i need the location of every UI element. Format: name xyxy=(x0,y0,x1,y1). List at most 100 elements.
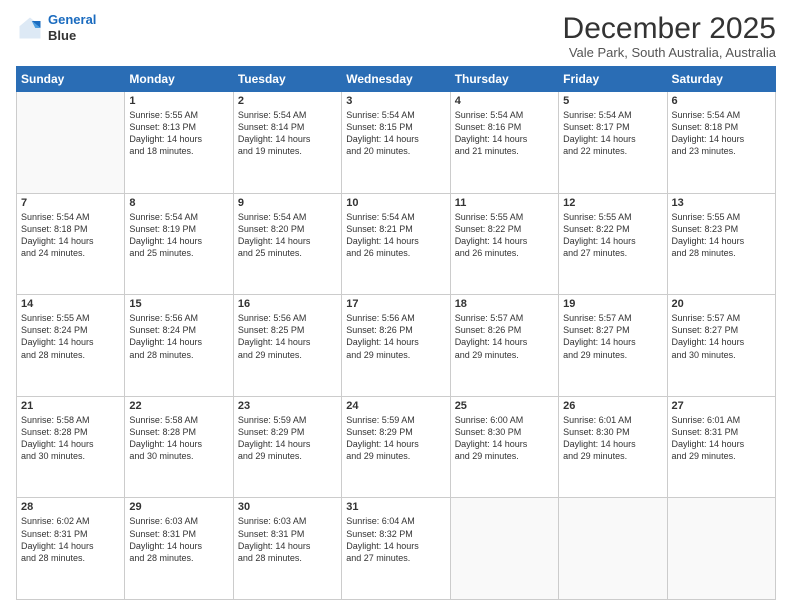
calendar-day-header: Friday xyxy=(559,67,667,92)
logo-icon xyxy=(16,14,44,42)
day-number: 31 xyxy=(346,501,445,513)
logo-line1: General xyxy=(48,12,96,27)
calendar-week-row: 28 Sunrise: 6:02 AM Sunset: 8:31 PM Dayli… xyxy=(17,498,776,600)
calendar-week-row: 21 Sunrise: 5:58 AM Sunset: 8:28 PM Dayli… xyxy=(17,396,776,498)
calendar-cell: 12Sunrise: 5:55 AM Sunset: 8:22 PM Dayli… xyxy=(559,193,667,295)
day-info: Sunrise: 5:56 AM Sunset: 8:26 PM Dayligh… xyxy=(346,312,445,361)
calendar-cell: 6Sunrise: 5:54 AM Sunset: 8:18 PM Daylig… xyxy=(667,92,775,194)
day-number: 13 xyxy=(672,197,771,209)
calendar-cell: 13 Sunrise: 5:55 AM Sunset: 8:23 PM Dayli… xyxy=(667,193,775,295)
day-info: Sunrise: 5:55 AM Sunset: 8:22 PM Dayligh… xyxy=(563,211,662,260)
calendar-week-row: 7Sunrise: 5:54 AM Sunset: 8:18 PM Daylig… xyxy=(17,193,776,295)
day-info: Sunrise: 5:56 AM Sunset: 8:25 PM Dayligh… xyxy=(238,312,337,361)
day-number: 21 xyxy=(21,400,120,412)
calendar-day-header: Wednesday xyxy=(342,67,450,92)
calendar-cell: 18Sunrise: 5:57 AM Sunset: 8:26 PM Dayli… xyxy=(450,295,558,397)
day-number: 28 xyxy=(21,501,120,513)
calendar-cell xyxy=(559,498,667,600)
day-number: 26 xyxy=(563,400,662,412)
calendar-cell: 17 Sunrise: 5:56 AM Sunset: 8:26 PM Dayli… xyxy=(342,295,450,397)
calendar-cell: 16 Sunrise: 5:56 AM Sunset: 8:25 PM Dayli… xyxy=(233,295,341,397)
day-number: 2 xyxy=(238,95,337,107)
day-info: Sunrise: 6:02 AM Sunset: 8:31 PM Dayligh… xyxy=(21,515,120,564)
calendar-day-header: Monday xyxy=(125,67,233,92)
day-number: 23 xyxy=(238,400,337,412)
calendar-cell: 14 Sunrise: 5:55 AM Sunset: 8:24 PM Dayli… xyxy=(17,295,125,397)
day-info: Sunrise: 5:58 AM Sunset: 8:28 PM Dayligh… xyxy=(129,414,228,463)
day-info: Sunrise: 6:00 AM Sunset: 8:30 PM Dayligh… xyxy=(455,414,554,463)
calendar-header-row: SundayMondayTuesdayWednesdayThursdayFrid… xyxy=(17,67,776,92)
day-info: Sunrise: 5:54 AM Sunset: 8:16 PM Dayligh… xyxy=(455,109,554,158)
day-number: 16 xyxy=(238,298,337,310)
calendar-cell: 20 Sunrise: 5:57 AM Sunset: 8:27 PM Dayli… xyxy=(667,295,775,397)
day-info: Sunrise: 5:59 AM Sunset: 8:29 PM Dayligh… xyxy=(238,414,337,463)
calendar-cell: 5 Sunrise: 5:54 AM Sunset: 8:17 PM Daylig… xyxy=(559,92,667,194)
day-number: 29 xyxy=(129,501,228,513)
day-number: 27 xyxy=(672,400,771,412)
day-number: 30 xyxy=(238,501,337,513)
calendar-cell: 26Sunrise: 6:01 AM Sunset: 8:30 PM Dayli… xyxy=(559,396,667,498)
calendar-cell: 28 Sunrise: 6:02 AM Sunset: 8:31 PM Dayli… xyxy=(17,498,125,600)
calendar-cell: 19 Sunrise: 5:57 AM Sunset: 8:27 PM Dayli… xyxy=(559,295,667,397)
calendar-cell: 30Sunrise: 6:03 AM Sunset: 8:31 PM Dayli… xyxy=(233,498,341,600)
logo-text: General Blue xyxy=(48,12,96,43)
day-info: Sunrise: 5:56 AM Sunset: 8:24 PM Dayligh… xyxy=(129,312,228,361)
day-number: 1 xyxy=(129,95,228,107)
calendar-table: SundayMondayTuesdayWednesdayThursdayFrid… xyxy=(16,66,776,600)
day-number: 10 xyxy=(346,197,445,209)
day-info: Sunrise: 5:54 AM Sunset: 8:14 PM Dayligh… xyxy=(238,109,337,158)
day-info: Sunrise: 5:57 AM Sunset: 8:26 PM Dayligh… xyxy=(455,312,554,361)
calendar-cell: 15 Sunrise: 5:56 AM Sunset: 8:24 PM Dayli… xyxy=(125,295,233,397)
calendar-cell: 2 Sunrise: 5:54 AM Sunset: 8:14 PM Daylig… xyxy=(233,92,341,194)
calendar-week-row: 1 Sunrise: 5:55 AM Sunset: 8:13 PM Daylig… xyxy=(17,92,776,194)
calendar-cell: 29 Sunrise: 6:03 AM Sunset: 8:31 PM Dayli… xyxy=(125,498,233,600)
day-info: Sunrise: 5:57 AM Sunset: 8:27 PM Dayligh… xyxy=(672,312,771,361)
calendar-cell: 31Sunrise: 6:04 AM Sunset: 8:32 PM Dayli… xyxy=(342,498,450,600)
day-number: 24 xyxy=(346,400,445,412)
calendar-cell: 9Sunrise: 5:54 AM Sunset: 8:20 PM Daylig… xyxy=(233,193,341,295)
calendar-cell: 7Sunrise: 5:54 AM Sunset: 8:18 PM Daylig… xyxy=(17,193,125,295)
day-info: Sunrise: 6:03 AM Sunset: 8:31 PM Dayligh… xyxy=(129,515,228,564)
day-info: Sunrise: 5:55 AM Sunset: 8:23 PM Dayligh… xyxy=(672,211,771,260)
calendar-cell: 3Sunrise: 5:54 AM Sunset: 8:15 PM Daylig… xyxy=(342,92,450,194)
calendar-day-header: Sunday xyxy=(17,67,125,92)
day-number: 19 xyxy=(563,298,662,310)
calendar-cell: 22 Sunrise: 5:58 AM Sunset: 8:28 PM Dayli… xyxy=(125,396,233,498)
page: General Blue December 2025 Vale Park, So… xyxy=(0,0,792,612)
day-info: Sunrise: 6:01 AM Sunset: 8:31 PM Dayligh… xyxy=(672,414,771,463)
calendar-cell: 4 Sunrise: 5:54 AM Sunset: 8:16 PM Daylig… xyxy=(450,92,558,194)
day-info: Sunrise: 5:54 AM Sunset: 8:17 PM Dayligh… xyxy=(563,109,662,158)
day-number: 6 xyxy=(672,95,771,107)
calendar-cell: 1 Sunrise: 5:55 AM Sunset: 8:13 PM Daylig… xyxy=(125,92,233,194)
day-number: 15 xyxy=(129,298,228,310)
day-number: 22 xyxy=(129,400,228,412)
header: General Blue December 2025 Vale Park, So… xyxy=(16,12,776,60)
day-number: 20 xyxy=(672,298,771,310)
calendar-cell: 11 Sunrise: 5:55 AM Sunset: 8:22 PM Dayli… xyxy=(450,193,558,295)
day-number: 4 xyxy=(455,95,554,107)
title-block: December 2025 Vale Park, South Australia… xyxy=(563,12,776,60)
calendar-cell: 10 Sunrise: 5:54 AM Sunset: 8:21 PM Dayli… xyxy=(342,193,450,295)
day-number: 14 xyxy=(21,298,120,310)
day-number: 8 xyxy=(129,197,228,209)
day-info: Sunrise: 5:59 AM Sunset: 8:29 PM Dayligh… xyxy=(346,414,445,463)
day-info: Sunrise: 5:55 AM Sunset: 8:24 PM Dayligh… xyxy=(21,312,120,361)
calendar-cell: 24 Sunrise: 5:59 AM Sunset: 8:29 PM Dayli… xyxy=(342,396,450,498)
day-number: 5 xyxy=(563,95,662,107)
logo: General Blue xyxy=(16,12,96,43)
day-number: 11 xyxy=(455,197,554,209)
calendar-week-row: 14 Sunrise: 5:55 AM Sunset: 8:24 PM Dayli… xyxy=(17,295,776,397)
calendar-cell: 25Sunrise: 6:00 AM Sunset: 8:30 PM Dayli… xyxy=(450,396,558,498)
day-info: Sunrise: 5:55 AM Sunset: 8:13 PM Dayligh… xyxy=(129,109,228,158)
day-info: Sunrise: 5:54 AM Sunset: 8:15 PM Dayligh… xyxy=(346,109,445,158)
calendar-day-header: Saturday xyxy=(667,67,775,92)
day-number: 17 xyxy=(346,298,445,310)
logo-line2: Blue xyxy=(48,28,96,44)
day-info: Sunrise: 5:55 AM Sunset: 8:22 PM Dayligh… xyxy=(455,211,554,260)
calendar-cell xyxy=(667,498,775,600)
day-info: Sunrise: 5:57 AM Sunset: 8:27 PM Dayligh… xyxy=(563,312,662,361)
day-number: 7 xyxy=(21,197,120,209)
location: Vale Park, South Australia, Australia xyxy=(563,45,776,60)
day-info: Sunrise: 5:54 AM Sunset: 8:21 PM Dayligh… xyxy=(346,211,445,260)
calendar-day-header: Tuesday xyxy=(233,67,341,92)
